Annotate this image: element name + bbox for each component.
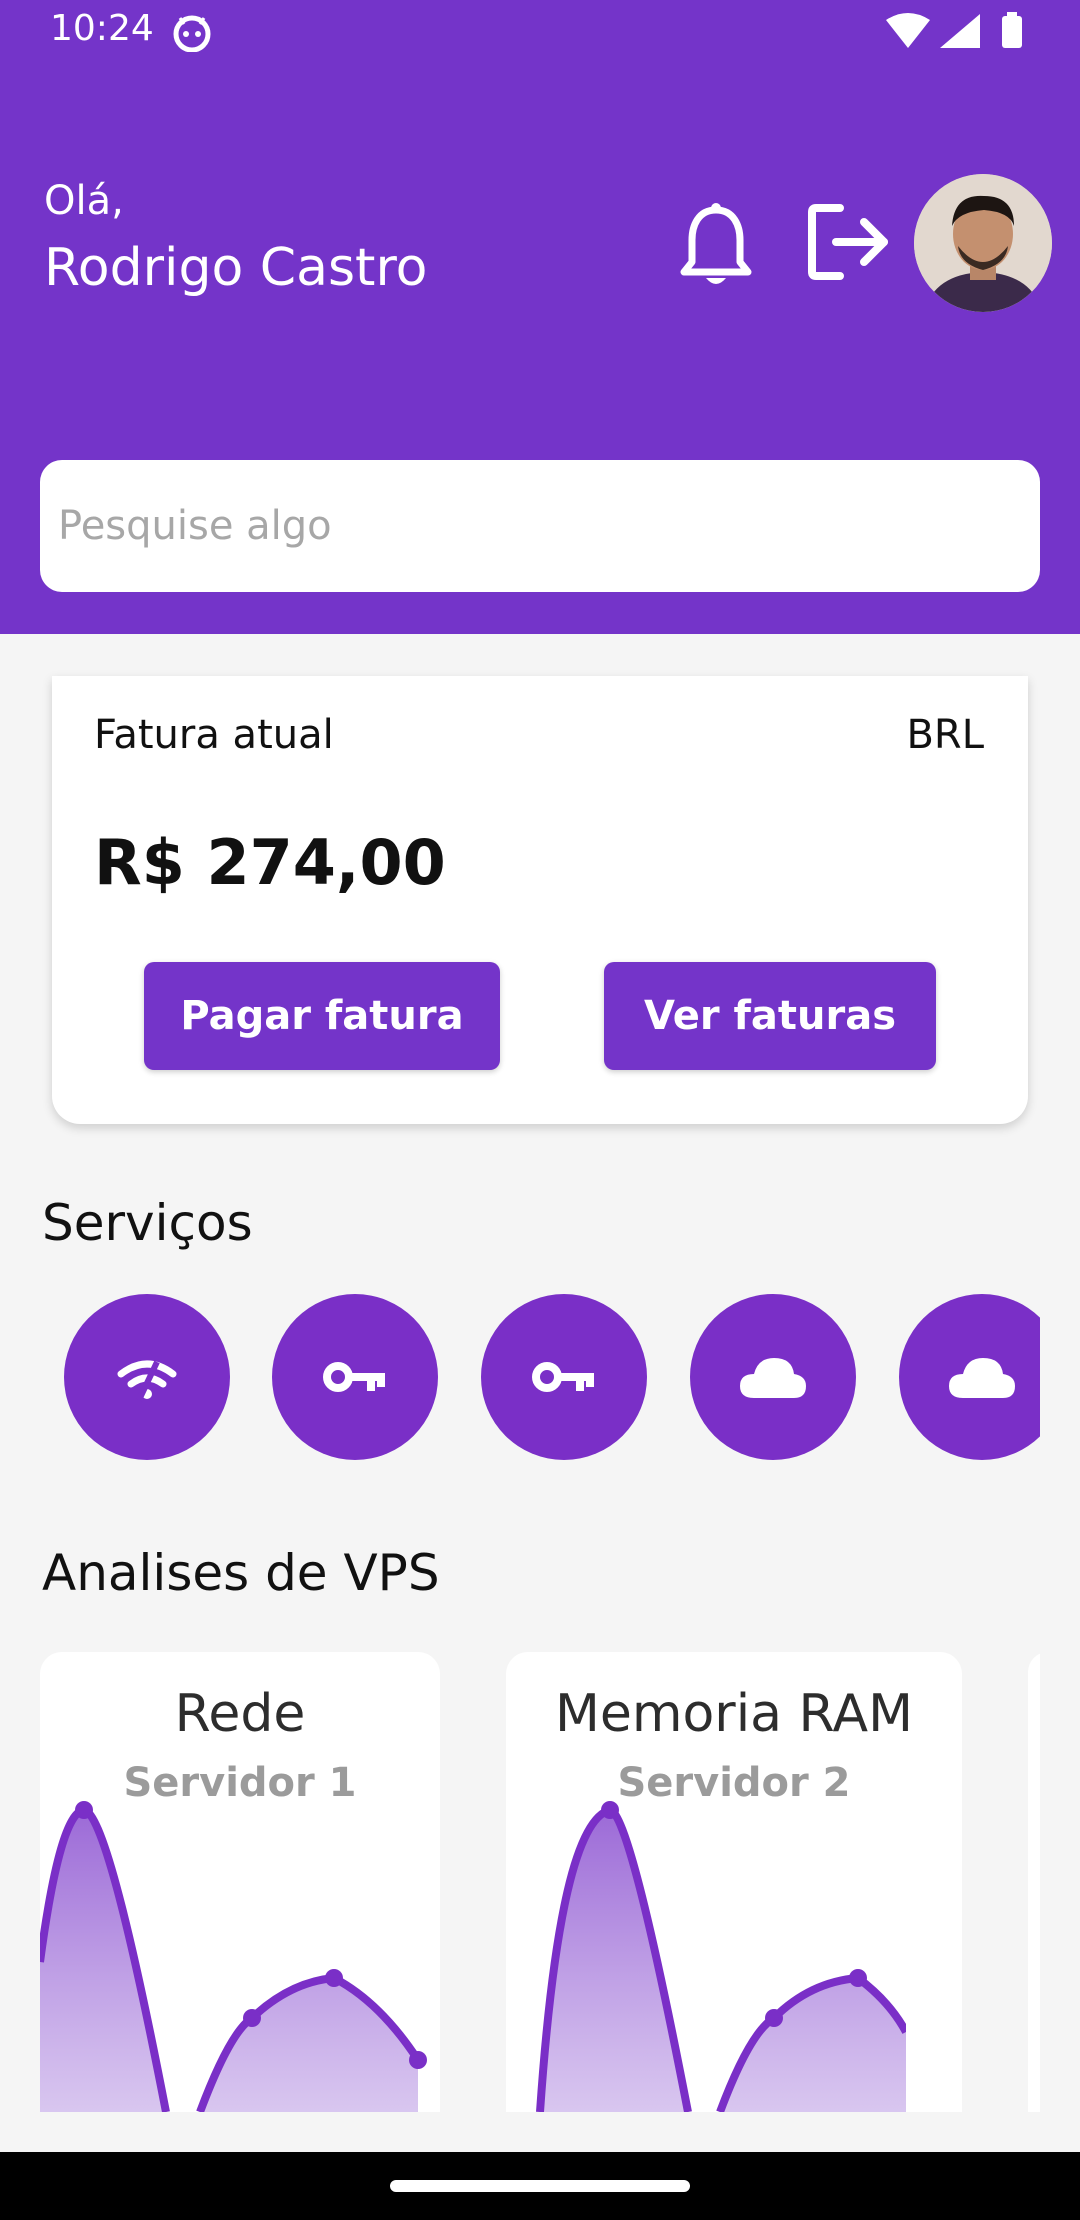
vps-sparkline [536,1801,906,2112]
vps-card-title: Rede [174,1684,306,1744]
pay-invoice-button[interactable]: Pagar fatura [144,962,500,1070]
greeting: Olá, [44,178,124,224]
key-icon [532,1362,594,1392]
service-item[interactable] [690,1294,856,1460]
status-time: 10:24 [50,8,154,49]
services-list [42,1294,1040,1460]
cellular-signal-icon [940,14,980,48]
user-name: Rodrigo Castro [44,238,428,298]
search-box[interactable] [40,460,1040,592]
cloud-icon [740,1358,806,1398]
wifi-icon [117,1360,177,1402]
header: 10:24 Olá, Rodrigo Castro [0,0,1080,634]
services-title: Serviços [42,1194,253,1252]
invoice-card: Fatura atual BRL R$ 274,00 Pagar fatura … [52,676,1028,1124]
invoice-currency: BRL [906,712,984,758]
android-icon [173,15,211,52]
service-item[interactable] [64,1294,230,1460]
battery-icon [1002,16,1022,48]
vps-card[interactable]: Memoria RAM Servidor 2 [506,1652,962,2112]
service-item[interactable] [481,1294,647,1460]
vps-card[interactable]: Rede Servidor 1 [40,1652,440,2112]
logout-icon[interactable] [806,200,892,284]
avatar[interactable] [914,174,1052,312]
service-item[interactable] [899,1294,1040,1460]
wifi-icon [886,13,930,48]
bell-icon[interactable] [680,200,752,288]
status-icons [886,12,1022,48]
home-handle[interactable] [390,2180,690,2192]
search-input[interactable] [40,460,1040,592]
cloud-icon [949,1358,1015,1398]
key-icon [323,1362,385,1392]
vps-card-title: Memoria RAM [554,1684,913,1744]
vps-cards: Rede Servidor 1 Memoria RAM Servidor 2 [40,1652,1040,2112]
vps-sparkline [40,1801,427,2112]
status-bar: 10:24 [0,0,1080,64]
navigation-bar [0,2152,1080,2220]
vps-title: Analises de VPS [42,1544,440,1602]
invoice-title: Fatura atual [94,712,334,758]
invoice-amount: R$ 274,00 [94,826,446,899]
vps-card[interactable] [1028,1652,1040,2112]
view-invoices-button[interactable]: Ver faturas [604,962,936,1070]
service-item[interactable] [272,1294,438,1460]
